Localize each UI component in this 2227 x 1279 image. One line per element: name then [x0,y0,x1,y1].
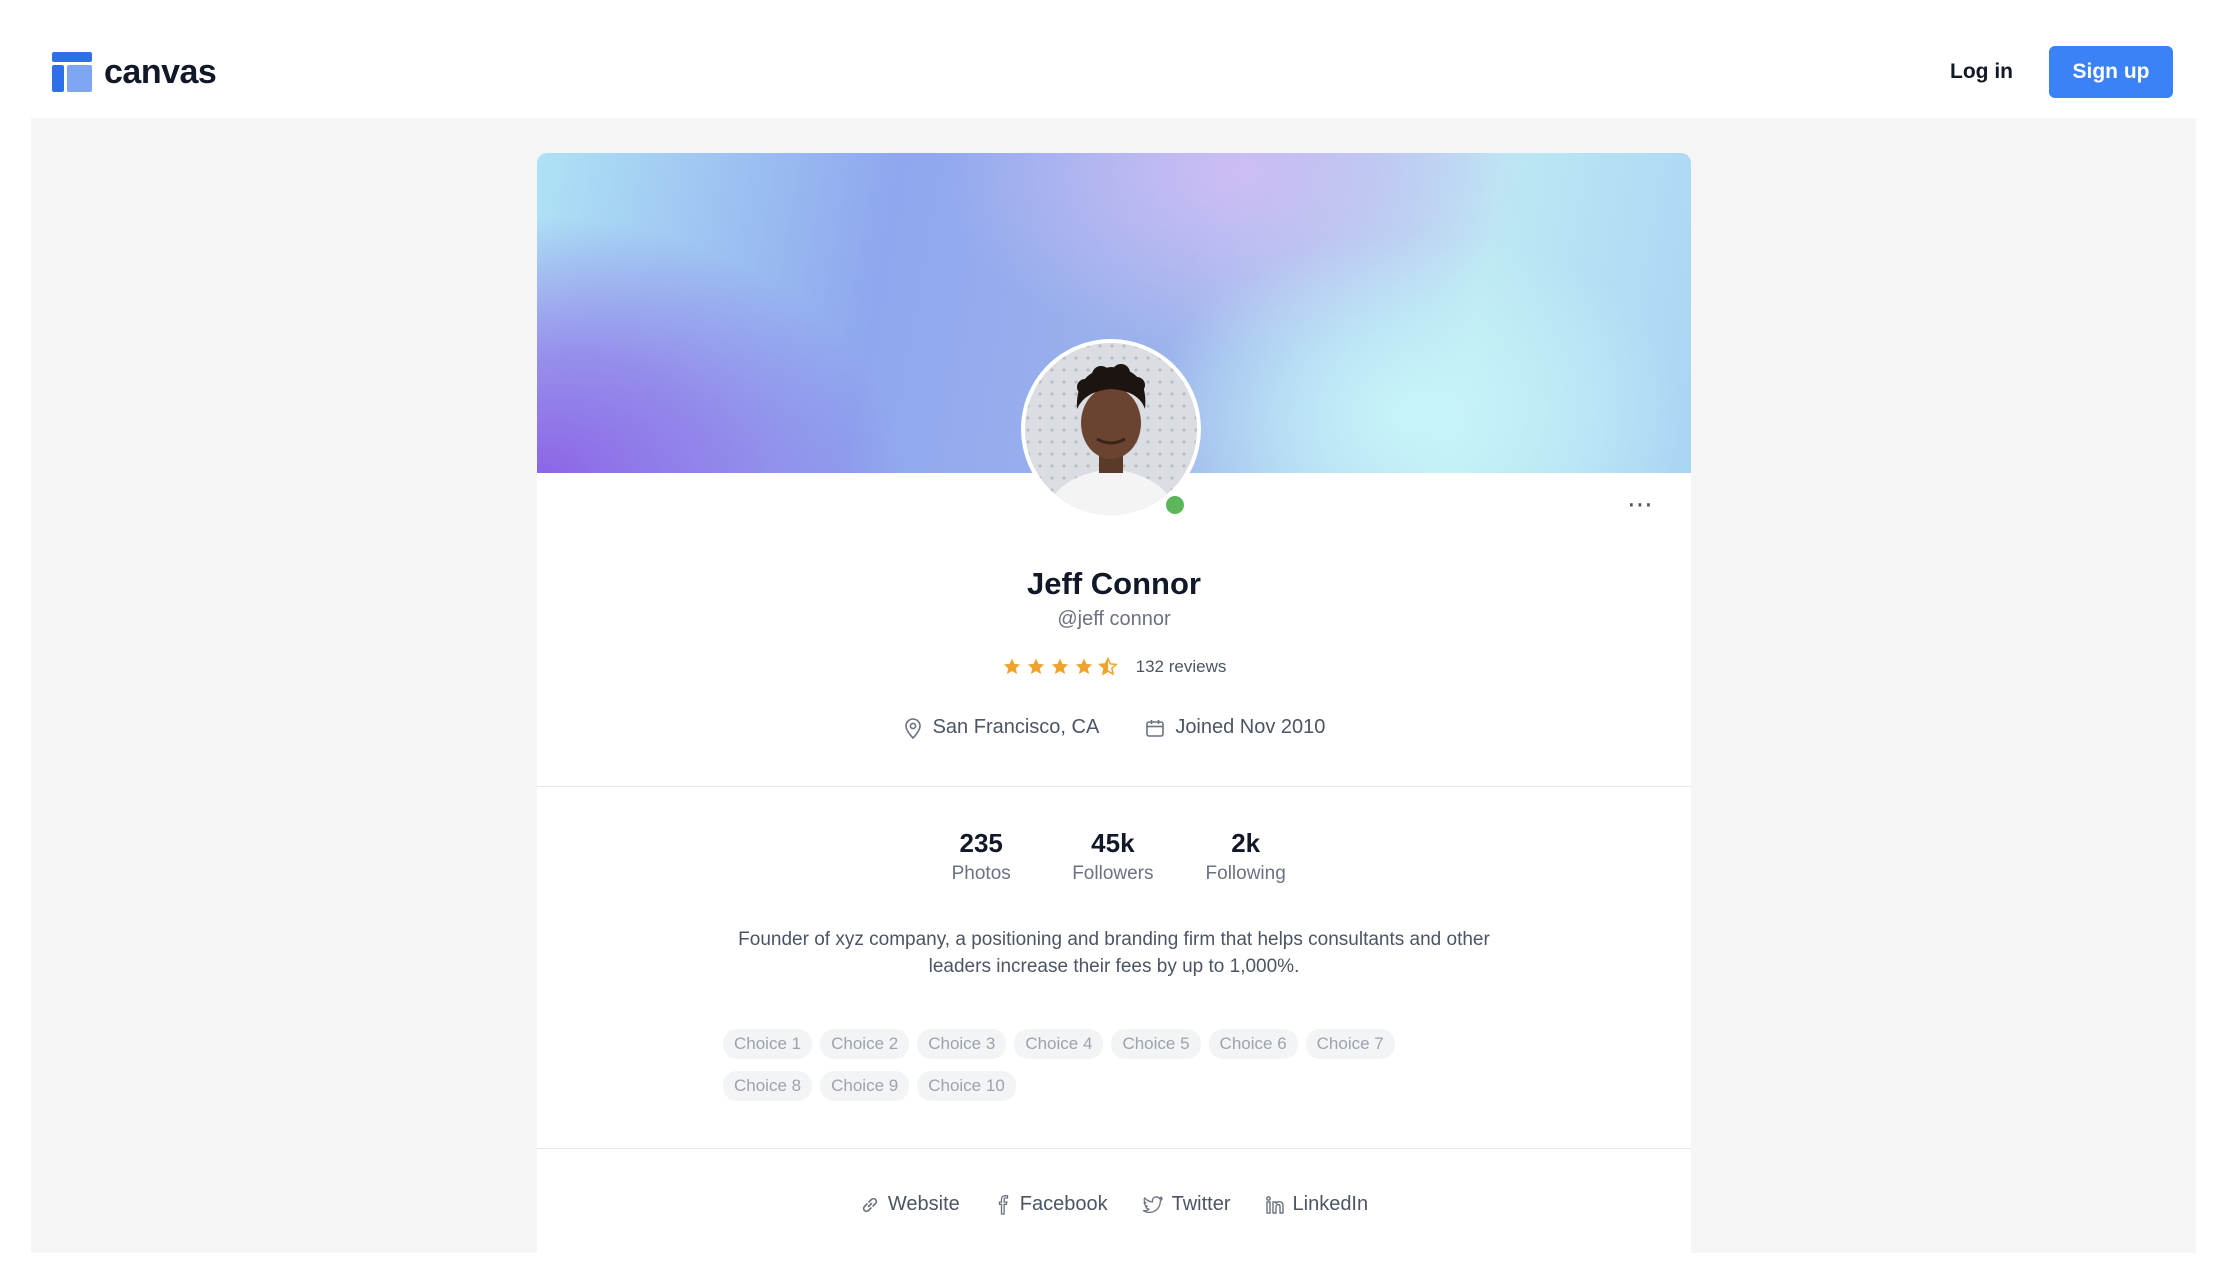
twitter-link[interactable]: Twitter [1142,1193,1231,1216]
rating: 132 reviews [537,657,1691,677]
star-rating [1002,657,1118,677]
link-label: Twitter [1171,1193,1231,1215]
review-count[interactable]: 132 reviews [1136,657,1227,677]
divider [537,1148,1691,1149]
profile-handle: @jeff connor [1057,608,1171,630]
choice-chip[interactable]: Choice 4 [1014,1029,1104,1059]
facebook-link[interactable]: Facebook [994,1193,1108,1216]
link-label: Facebook [1019,1193,1108,1215]
stat-following[interactable]: 2k Following [1206,826,1286,888]
stats-row: 235 Photos 45k Followers 2k Following [537,826,1691,888]
choice-chip[interactable]: Choice 10 [917,1071,1016,1101]
login-link[interactable]: Log in [1950,52,2013,92]
social-links: Website Facebook Twitter LinkedIn [537,1193,1691,1216]
stat-label: Followers [1072,863,1154,884]
divider [537,786,1691,787]
signup-button[interactable]: Sign up [2049,46,2173,98]
star-icon [1051,658,1068,674]
stat-label: Photos [951,863,1011,884]
online-status-indicator [1163,493,1187,517]
linkedin-icon [1265,1195,1284,1214]
choice-chip[interactable]: Choice 7 [1305,1029,1395,1059]
star-icon [1003,658,1020,674]
stat-value: 45k [1091,828,1135,858]
stat-photos[interactable]: 235 Photos [942,826,1020,888]
website-link[interactable]: Website [860,1193,960,1216]
logo-text: canvas [104,52,217,91]
choice-chip[interactable]: Choice 1 [723,1029,813,1059]
twitter-icon [1142,1195,1163,1213]
link-label: Website [887,1193,960,1215]
map-pin-icon [904,717,921,739]
link-label: LinkedIn [1292,1193,1369,1215]
profile-bio: Founder of xyz company, a positioning an… [738,929,1490,977]
stat-value: 2k [1231,828,1261,858]
more-horizontal-icon[interactable]: ⋯ [1627,489,1654,520]
avatar[interactable] [1021,339,1201,519]
choice-chip[interactable]: Choice 3 [917,1029,1007,1059]
calendar-icon [1146,719,1165,737]
profile-meta: San Francisco, CA Joined Nov 2010 [537,716,1691,739]
location-text: San Francisco, CA [932,716,1100,738]
avatar-photo [1025,343,1197,515]
choice-chip[interactable]: Choice 5 [1111,1029,1201,1059]
choice-chip[interactable]: Choice 8 [723,1071,813,1101]
facebook-icon [998,1194,1008,1215]
top-navigation-bar: canvas Log in Sign up [0,0,2227,118]
logo[interactable]: canvas [52,52,217,92]
stat-value: 235 [959,828,1003,858]
location: San Francisco, CA [903,716,1100,739]
star-icon [1075,658,1092,674]
profile-name: Jeff Connor [1027,566,1201,601]
star-icon [1027,658,1044,674]
stat-label: Following [1205,863,1286,884]
stat-followers[interactable]: 45k Followers [1072,826,1153,888]
canvas-logo-icon [52,52,92,92]
linkedin-link[interactable]: LinkedIn [1265,1193,1369,1216]
link-icon [862,1197,877,1212]
join-date-text: Joined Nov 2010 [1175,716,1326,738]
join-date: Joined Nov 2010 [1145,716,1325,739]
choice-chip[interactable]: Choice 9 [820,1071,910,1101]
half-star-icon [1097,657,1118,676]
choice-chip[interactable]: Choice 2 [820,1029,910,1059]
profile-card: ⋯ Jeff Connor @jeff connor 132 reviews S… [537,153,1691,1253]
choice-chip[interactable]: Choice 6 [1208,1029,1298,1059]
choice-chips: Choice 1 Choice 2 Choice 3 Choice 4 Choi… [723,1029,1413,1101]
